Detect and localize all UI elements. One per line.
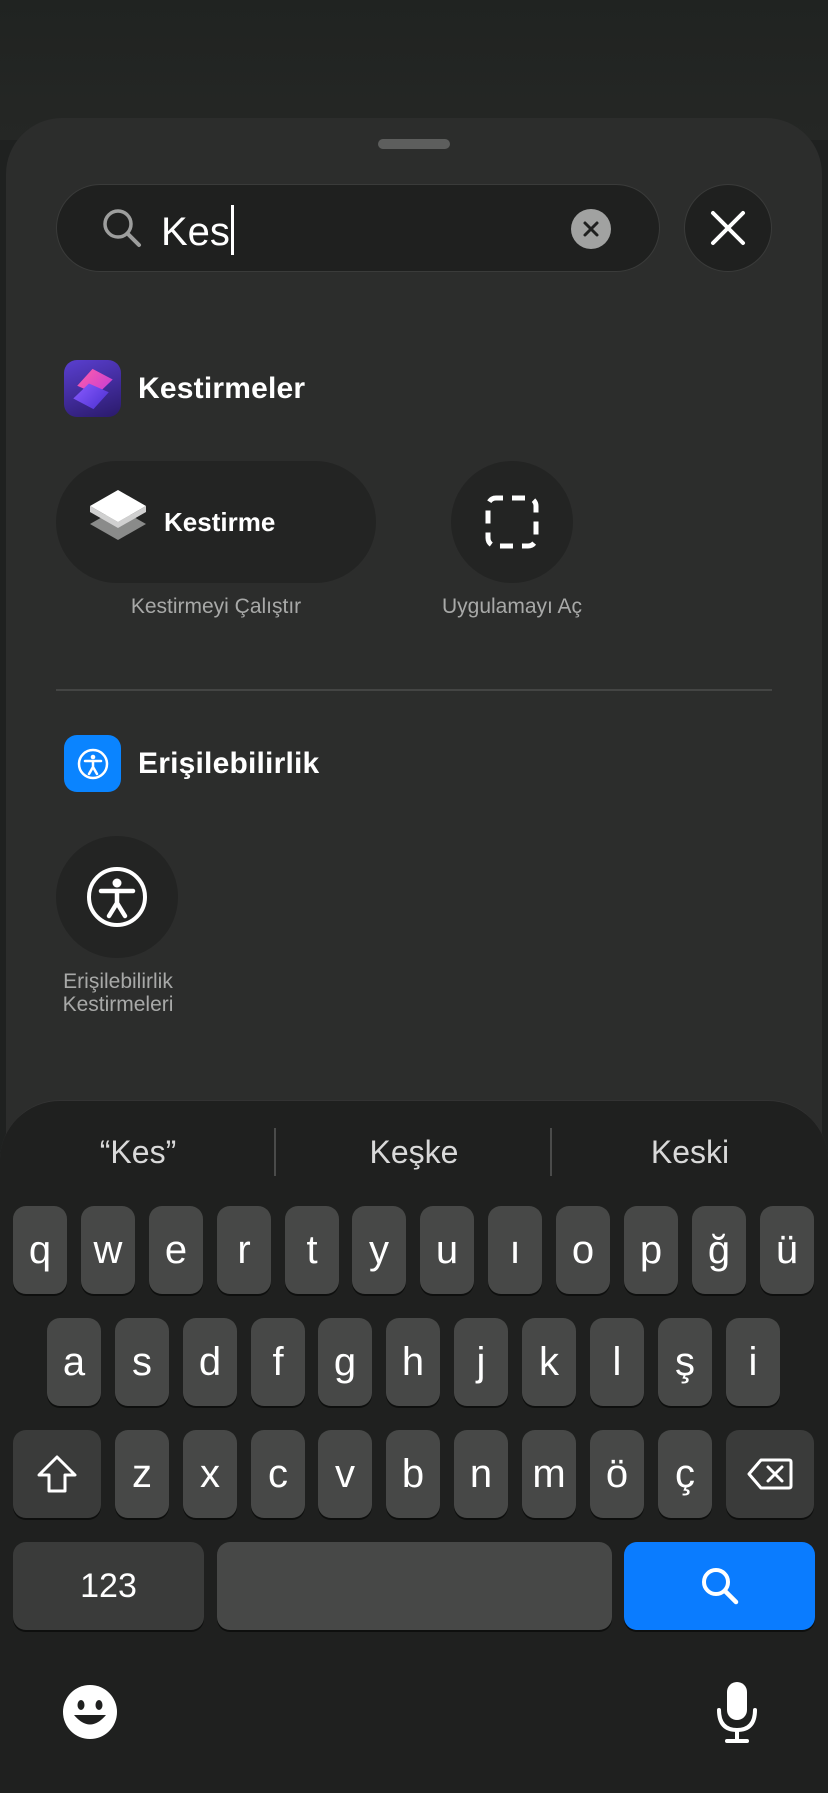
dictation-button[interactable] <box>712 1678 762 1746</box>
key-dotless-i[interactable]: ı <box>488 1206 542 1294</box>
numbers-key[interactable]: 123 <box>13 1542 204 1630</box>
delete-backspace-icon <box>747 1458 793 1490</box>
key-r[interactable]: r <box>217 1206 271 1294</box>
space-key[interactable] <box>217 1542 612 1630</box>
key-g[interactable]: g <box>318 1318 372 1406</box>
open-app-caption: Uygulamayı Aç <box>441 595 583 618</box>
key-t[interactable]: t <box>285 1206 339 1294</box>
section-title: Erişilebilirlik <box>138 746 320 780</box>
run-shortcut-caption: Kestirmeyi Çalıştır <box>130 595 302 618</box>
key-e[interactable]: e <box>149 1206 203 1294</box>
key-v[interactable]: v <box>318 1430 372 1518</box>
section-accessibility-header: Erişilebilirlik <box>64 735 319 792</box>
key-z[interactable]: z <box>115 1430 169 1518</box>
close-button[interactable] <box>684 184 772 272</box>
key-i[interactable]: i <box>726 1318 780 1406</box>
section-divider <box>56 689 772 691</box>
key-o[interactable]: o <box>556 1206 610 1294</box>
caption-line: Erişilebilirlik <box>63 970 173 993</box>
key-u-umlaut[interactable]: ü <box>760 1206 814 1294</box>
key-x[interactable]: x <box>183 1430 237 1518</box>
layers-stack-icon <box>88 488 148 557</box>
close-x-icon <box>711 211 745 245</box>
accessibility-shortcuts-caption: Erişilebilirlik Kestirmeleri <box>40 970 196 1016</box>
accessibility-person-icon <box>87 867 147 927</box>
key-d[interactable]: d <box>183 1318 237 1406</box>
key-g-breve[interactable]: ğ <box>692 1206 746 1294</box>
suggestion-3[interactable]: Keski <box>552 1128 828 1176</box>
section-title: Kestirmeler <box>138 371 306 405</box>
key-s-cedilla[interactable]: ş <box>658 1318 712 1406</box>
key-w[interactable]: w <box>81 1206 135 1294</box>
key-s[interactable]: s <box>115 1318 169 1406</box>
key-h[interactable]: h <box>386 1318 440 1406</box>
key-o-umlaut[interactable]: ö <box>590 1430 644 1518</box>
key-c[interactable]: c <box>251 1430 305 1518</box>
key-u[interactable]: u <box>420 1206 474 1294</box>
open-app-button[interactable] <box>451 461 573 583</box>
accessibility-shortcuts-button[interactable] <box>56 836 178 958</box>
shortcut-label: Kestirme <box>164 506 276 537</box>
key-b[interactable]: b <box>386 1430 440 1518</box>
caption-line: Kestirmeleri <box>62 993 174 1016</box>
key-y[interactable]: y <box>352 1206 406 1294</box>
shift-key[interactable] <box>13 1430 101 1518</box>
key-c-cedilla[interactable]: ç <box>658 1430 712 1518</box>
suggestion-1[interactable]: “Kes” <box>0 1128 276 1176</box>
key-p[interactable]: p <box>624 1206 678 1294</box>
section-shortcuts-header: Kestirmeler <box>64 360 305 417</box>
key-q[interactable]: q <box>13 1206 67 1294</box>
microphone-icon <box>717 1682 757 1743</box>
shift-arrow-icon <box>37 1455 77 1493</box>
key-a[interactable]: a <box>47 1318 101 1406</box>
search-input-value: Kes <box>161 210 230 254</box>
search-field[interactable]: Kes <box>56 184 660 272</box>
clear-search-button[interactable] <box>571 209 611 249</box>
sheet-grabber[interactable] <box>378 139 450 149</box>
key-k[interactable]: k <box>522 1318 576 1406</box>
key-f[interactable]: f <box>251 1318 305 1406</box>
emoji-face-icon <box>63 1685 117 1739</box>
clear-x-circle-icon <box>583 221 599 237</box>
accessibility-app-icon <box>64 735 121 792</box>
shortcuts-app-icon <box>64 360 121 417</box>
magnifier-icon <box>701 1568 738 1605</box>
text-caret <box>230 205 234 255</box>
emoji-button[interactable] <box>62 1684 118 1740</box>
search-submit-key[interactable] <box>624 1542 815 1630</box>
key-j[interactable]: j <box>454 1318 508 1406</box>
run-shortcut-button[interactable]: Kestirme <box>56 461 376 583</box>
dashed-square-icon <box>485 495 539 549</box>
search-input[interactable]: Kes <box>161 205 234 256</box>
key-m[interactable]: m <box>522 1430 576 1518</box>
suggestion-2[interactable]: Keşke <box>276 1128 552 1176</box>
key-l[interactable]: l <box>590 1318 644 1406</box>
key-n[interactable]: n <box>454 1430 508 1518</box>
delete-key[interactable] <box>726 1430 814 1518</box>
magnifier-icon <box>101 207 143 254</box>
